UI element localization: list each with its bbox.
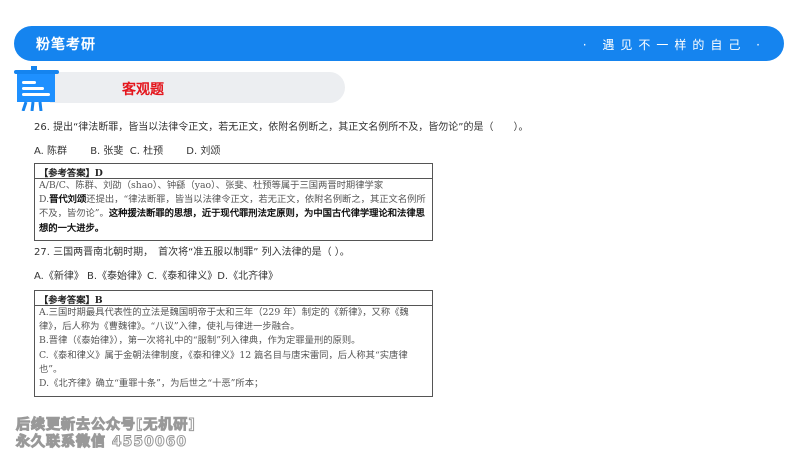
explanation-line: D.《北齐律》确立“重罪十条”，为后世之“十恶”所本； [39,378,264,390]
question-26-stem: 26. 提出“律法断罪，皆当以法律令正文，若无正文，依附名例断之，其正文名例所不… [34,122,529,133]
explanation-line: C.《泰和律义》属于金朝法律制度，《泰和律义》12 篇名目与唐宋雷同，后人称其“… [39,349,408,375]
watermark-line-2: 永久联系微信 4550060 [15,434,188,451]
section-title: 客观题 [122,82,164,98]
explanation-line: A.三国时期最具代表性的立法是魏国明帝于太和三年（229 年）制定的《新律》，又… [39,307,409,333]
brand-logo: 粉笔考研 [36,37,96,53]
explanation-line: B.晋律（《泰始律》），第一次将礼中的“服制”列入律典，作为定罪量刑的原则。 [39,335,361,347]
explanation-line: A/B/C、陈群、刘劭（shao）、钟繇（yao）、张斐、杜预等属于三国两晋时期… [39,180,384,191]
question-27-options: A.《新律》 B.《泰始律》C.《泰和律义》D.《北齐律》 [34,271,279,282]
bold-name: 晋代刘颂 [49,194,87,206]
answer-header: 【参考答案】B [35,291,432,306]
question-26-options: A. 陈群 B. 张斐 C. 杜预 D. 刘颂 [34,146,221,157]
question-27-stem: 27. 三国两晋南北朝时期， 首次将“准五服以制罪” 列入法律的是（ ）。 [34,247,350,258]
answer-box-26: 【参考答案】D A/B/C、陈群、刘劭（shao）、钟繇（yao）、张斐、杜预等… [34,163,433,241]
section-header: 客观题 [50,72,345,103]
explanation-d: D.晋代刘颂还提出，“律法断罪，皆当以法律令正文，若无正文，依附名例断之，其正文… [35,193,432,236]
answer-box-27: 【参考答案】B A.三国时期最具代表性的立法是魏国明帝于太和三年（229 年）制… [34,290,433,397]
slogan: · 遇见不一样的自己 · [582,38,766,52]
prefix: D. [39,194,50,206]
header-banner: 粉笔考研 · 遇见不一样的自己 · [14,26,784,61]
answer-header: 【参考答案】D [35,164,432,179]
presentation-board-icon [14,66,59,111]
